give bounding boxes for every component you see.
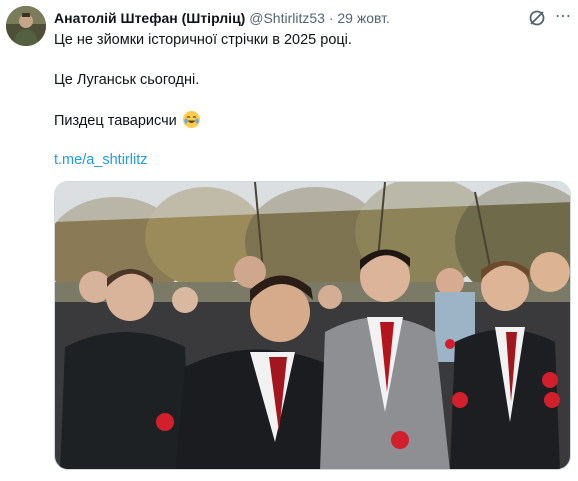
avatar[interactable] [6,6,46,46]
avatar-image [6,6,46,46]
post-text-line-3: Пиздец таварисчи [54,111,200,131]
more-icon[interactable]: ⋯ [554,8,572,26]
tweet: Анатолій Штефан (Штірліц) @Shtirlitz53 ·… [0,0,578,481]
grok-icon[interactable] [528,9,546,27]
header-separator: · [328,10,334,26]
post-video[interactable] [54,181,571,470]
post-text-line-1: Це не зйомки історичної стрічки в 2025 р… [54,32,352,48]
tweet-header: Анатолій Штефан (Штірліц) @Shtirlitz53 ·… [54,9,390,27]
telegram-link[interactable]: t.me/a_shtirlitz [54,151,147,170]
author-handle[interactable]: @Shtirlitz53 [249,10,325,26]
video-frame-image [55,182,570,469]
laughing-crying-emoji-icon [182,111,200,128]
post-date[interactable]: 29 жовт. [337,10,390,26]
post-text-line-2: Це Луганськ сьогодні. [54,72,200,88]
post-text-line-3-text: Пиздец таварисчи [54,113,177,129]
author-name[interactable]: Анатолій Штефан (Штірліц) [54,10,245,26]
